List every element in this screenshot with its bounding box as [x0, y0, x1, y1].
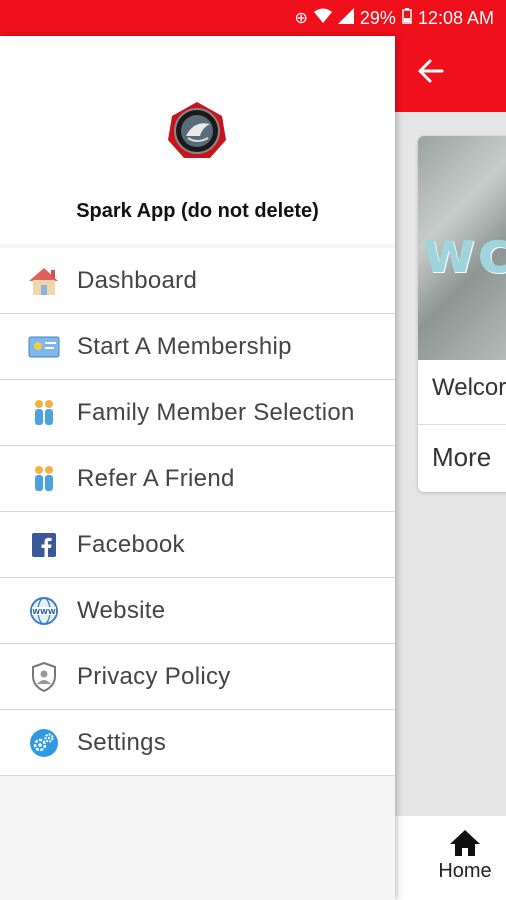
menu-item-privacy-policy[interactable]: Privacy Policy — [0, 644, 395, 710]
menu-item-dashboard[interactable]: Dashboard — [0, 248, 395, 314]
app-name: Spark App (do not delete) — [76, 200, 319, 222]
home-icon — [448, 828, 482, 858]
back-arrow-icon[interactable] — [418, 54, 444, 94]
clock: 12:08 AM — [417, 7, 494, 28]
menu-label: Refer A Friend — [77, 464, 235, 492]
card-image: wc — [418, 136, 506, 360]
menu-item-start-membership[interactable]: Start A Membership — [0, 314, 395, 380]
drawer-menu: Dashboard Start A Membership Family Memb… — [0, 248, 395, 776]
menu-item-family-member-selection[interactable]: Family Member Selection — [0, 380, 395, 446]
menu-item-settings[interactable]: Settings — [0, 710, 395, 776]
battery-percent: 29% — [359, 7, 396, 28]
menu-label: Privacy Policy — [77, 662, 231, 690]
menu-item-refer-a-friend[interactable]: Refer A Friend — [0, 446, 395, 512]
menu-label: Dashboard — [77, 266, 198, 294]
card-divider — [418, 424, 506, 425]
menu-item-website[interactable]: WWW Website — [0, 578, 395, 644]
svg-text:WWW: WWW — [32, 608, 55, 616]
menu-label: Facebook — [77, 530, 185, 558]
family-icon — [28, 397, 60, 429]
card-image-text: wc — [422, 218, 506, 286]
battery-icon — [402, 7, 412, 29]
menu-label: Website — [77, 596, 166, 624]
wifi-icon — [313, 8, 332, 29]
status-bar: ⊕ 29% 12:08 AM — [0, 0, 506, 36]
card-more-link[interactable]: More — [432, 442, 491, 473]
friends-icon — [28, 463, 60, 495]
home-label: Home — [438, 860, 492, 882]
menu-label: Family Member Selection — [77, 398, 355, 426]
alarm-icon: ⊕ — [294, 10, 308, 27]
signal-icon — [337, 7, 354, 29]
app-logo — [166, 100, 228, 162]
navigation-drawer: Spark App (do not delete) Dashboard Star… — [0, 36, 395, 900]
card-title: Welcor — [432, 374, 506, 401]
facebook-icon — [28, 529, 60, 561]
menu-label: Start A Membership — [77, 332, 292, 360]
house-icon — [28, 265, 60, 297]
gears-icon — [28, 727, 60, 759]
menu-label: Settings — [77, 728, 167, 756]
shield-icon — [28, 661, 60, 693]
globe-www-icon: WWW — [28, 595, 60, 627]
home-tab[interactable]: Home — [430, 828, 500, 892]
welcome-card[interactable]: wc Welcor More — [418, 136, 506, 492]
menu-item-facebook[interactable]: Facebook — [0, 512, 395, 578]
membership-card-icon — [28, 331, 60, 363]
drawer-header: Spark App (do not delete) — [0, 36, 395, 244]
